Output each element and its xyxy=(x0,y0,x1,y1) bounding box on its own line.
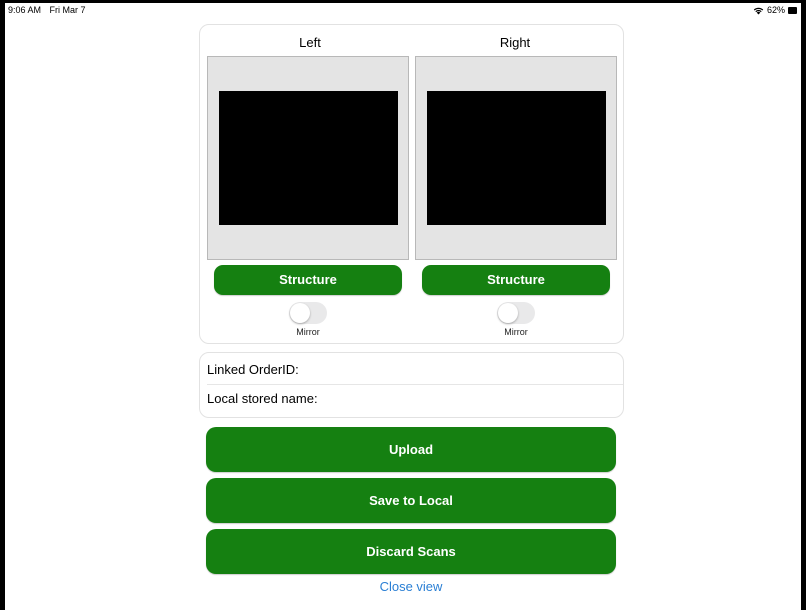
battery-percent: 62% xyxy=(766,5,785,15)
linked-order-id-label: Linked OrderID: xyxy=(207,362,299,377)
battery-icon xyxy=(788,6,797,14)
wifi-icon xyxy=(753,7,764,15)
left-scan-preview[interactable] xyxy=(207,56,409,260)
screen-border-left xyxy=(0,0,5,610)
toggle-knob xyxy=(498,303,518,323)
left-structure-button[interactable]: Structure xyxy=(214,265,402,295)
toggle-knob xyxy=(290,303,310,323)
close-view-link[interactable]: Close view xyxy=(206,579,616,594)
screen-border-right xyxy=(801,0,806,610)
right-scan-preview[interactable] xyxy=(415,56,617,260)
right-label: Right xyxy=(499,35,531,50)
status-date: Fri Mar 7 xyxy=(49,5,86,15)
status-time: 9:06 AM xyxy=(8,5,42,15)
upload-button[interactable]: Upload xyxy=(206,427,616,472)
right-mirror-label: Mirror xyxy=(504,327,528,337)
status-bar: 9:06 AM Fri Mar 7 62% xyxy=(5,3,801,19)
right-structure-button[interactable]: Structure xyxy=(422,265,610,295)
local-stored-name-label: Local stored name: xyxy=(207,391,318,406)
order-info-panel: Linked OrderID: Local stored name: xyxy=(199,352,624,418)
left-scan-image xyxy=(219,91,398,225)
right-mirror-toggle[interactable] xyxy=(497,302,535,324)
info-divider xyxy=(207,384,623,385)
left-label: Left xyxy=(299,35,321,50)
status-right: 62% xyxy=(753,5,797,15)
save-to-local-button[interactable]: Save to Local xyxy=(206,478,616,523)
discard-scans-button[interactable]: Discard Scans xyxy=(206,529,616,574)
scan-panel: Left Right Structure Structure Mirror Mi… xyxy=(199,24,624,344)
left-mirror-toggle[interactable] xyxy=(289,302,327,324)
right-scan-image xyxy=(427,91,606,225)
status-left: 9:06 AM Fri Mar 7 xyxy=(8,5,92,15)
left-mirror-label: Mirror xyxy=(296,327,320,337)
